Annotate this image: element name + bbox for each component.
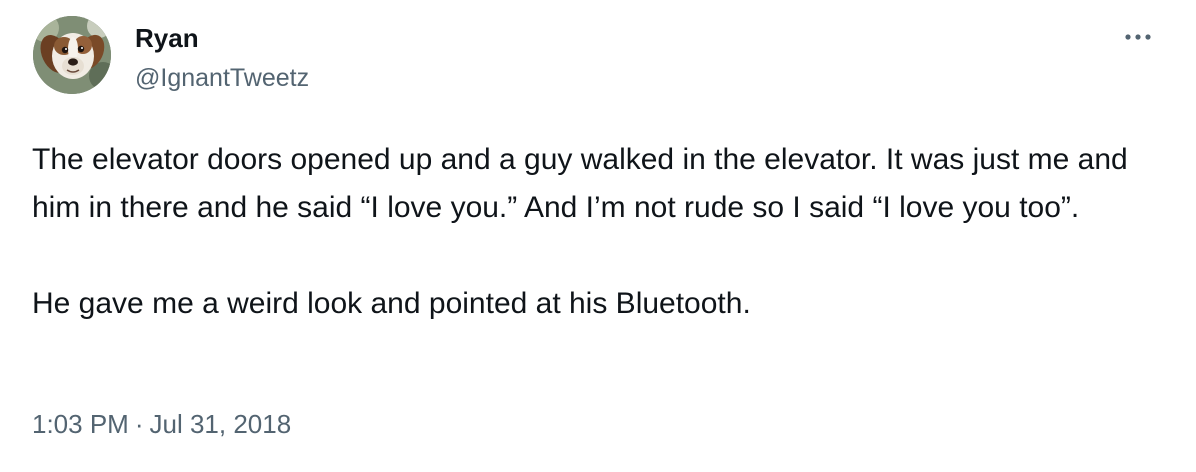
tweet-paragraph: The elevator doors opened up and a guy w… (32, 143, 1128, 224)
more-options-button[interactable] (1116, 22, 1160, 52)
tweet-date[interactable]: Jul 31, 2018 (150, 409, 292, 439)
tweet-paragraph: He gave me a weird look and pointed at h… (32, 287, 751, 320)
more-horizontal-icon (1125, 34, 1151, 40)
dog-avatar-icon (33, 16, 111, 94)
user-name[interactable]: Ryan (135, 22, 199, 54)
avatar[interactable] (33, 16, 111, 94)
tweet-text: The elevator doors opened up and a guy w… (32, 136, 1142, 328)
tweet-time[interactable]: 1:03 PM (32, 409, 129, 439)
meta-separator: · (134, 409, 144, 439)
tweet-timestamp: 1:03 PM · Jul 31, 2018 (32, 404, 291, 444)
tweet-card: Ryan @IgnantTweetz The elevator doors op… (0, 0, 1196, 472)
user-handle[interactable]: @IgnantTweetz (135, 62, 309, 94)
